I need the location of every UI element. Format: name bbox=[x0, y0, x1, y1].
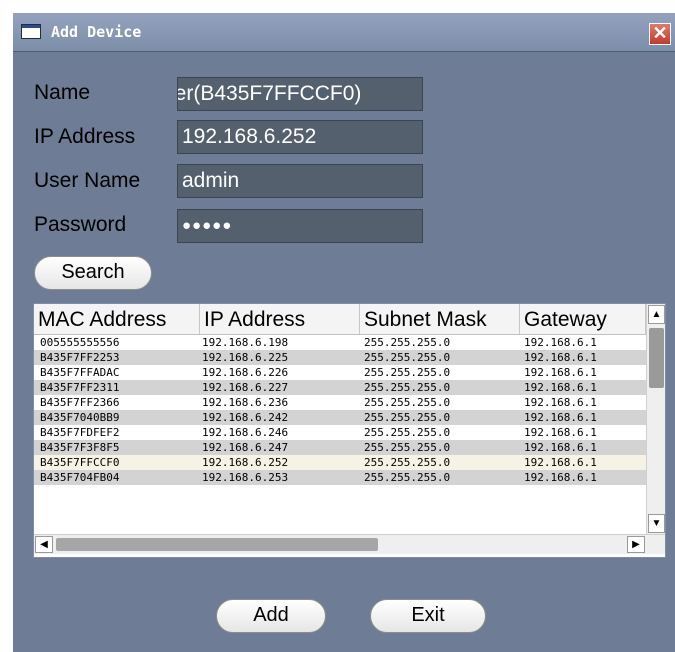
ip-cell: 192.168.6.198 bbox=[202, 336, 289, 349]
ip-cell: 192.168.6.247 bbox=[202, 441, 289, 454]
mac-cell: B435F704FB04 bbox=[40, 471, 120, 484]
table-row[interactable]: B435F704FB04 192.168.6.253 255.255.255.0 19… bbox=[34, 470, 646, 485]
scroll-up-button[interactable]: ▲ bbox=[648, 305, 665, 324]
gateway-cell: 192.168.6.1 bbox=[524, 396, 597, 409]
table-row[interactable]: B435F7FDFEF2 192.168.6.246 255.255.255.0 19… bbox=[34, 425, 646, 440]
subnet-cell: 255.255.255.0 bbox=[364, 456, 451, 469]
user-name-label: User Name bbox=[34, 169, 141, 192]
ip-cell: 192.168.6.225 bbox=[202, 351, 289, 364]
mac-cell: B435F7FF2366 bbox=[40, 396, 120, 409]
column-header-subnet[interactable]: Subnet Mask bbox=[360, 304, 520, 334]
subnet-cell: 255.255.255.0 bbox=[364, 411, 451, 424]
search-button[interactable]: Search bbox=[34, 256, 152, 290]
subnet-cell: 255.255.255.0 bbox=[364, 426, 451, 439]
arrow-up-icon: ▲ bbox=[651, 309, 662, 320]
column-header-mac[interactable]: MAC Address bbox=[34, 304, 200, 334]
ip-cell: 192.168.6.242 bbox=[202, 411, 289, 424]
gateway-cell: 192.168.6.1 bbox=[524, 441, 597, 454]
ip-cell: 192.168.6.252 bbox=[202, 456, 289, 469]
ip-cell: 192.168.6.246 bbox=[202, 426, 289, 439]
arrow-down-icon: ▼ bbox=[651, 518, 662, 529]
ip-cell: 192.168.6.236 bbox=[202, 396, 289, 409]
subnet-cell: 255.255.255.0 bbox=[364, 336, 451, 349]
ip-address-field[interactable]: 192.168.6.252 bbox=[177, 120, 423, 154]
gateway-cell: 192.168.6.1 bbox=[524, 471, 597, 484]
mac-cell: B435F7FF2253 bbox=[40, 351, 120, 364]
ip-cell: 192.168.6.253 bbox=[202, 471, 289, 484]
close-button[interactable]: ✕ bbox=[649, 23, 671, 45]
vertical-scroll-thumb[interactable] bbox=[649, 328, 664, 388]
scroll-left-button[interactable]: ◀ bbox=[35, 536, 53, 553]
title-bar[interactable]: Add Device ✕ bbox=[13, 13, 675, 52]
horizontal-scroll-thumb[interactable] bbox=[56, 538, 378, 551]
password-field[interactable]: ●●●●● bbox=[177, 209, 423, 243]
name-label: Name bbox=[34, 81, 91, 104]
mac-cell: 005555555556 bbox=[40, 336, 120, 349]
close-icon: ✕ bbox=[652, 23, 668, 43]
ip-address-label: IP Address bbox=[34, 125, 136, 148]
table-row[interactable]: B435F7040BB9 192.168.6.242 255.255.255.0 19… bbox=[34, 410, 646, 425]
add-button[interactable]: Add bbox=[216, 599, 326, 633]
gateway-cell: 192.168.6.1 bbox=[524, 366, 597, 379]
user-name-field[interactable]: admin bbox=[177, 164, 423, 198]
vertical-scrollbar[interactable]: ▲ ▼ bbox=[646, 304, 665, 534]
gateway-cell: 192.168.6.1 bbox=[524, 411, 597, 424]
subnet-cell: 255.255.255.0 bbox=[364, 351, 451, 364]
mac-cell: B435F7F3F8F5 bbox=[40, 441, 120, 454]
mac-cell: B435F7FFCCF0 bbox=[40, 456, 120, 469]
table-row[interactable]: B435F7FF2311 192.168.6.227 255.255.255.0 19… bbox=[34, 380, 646, 395]
exit-button[interactable]: Exit bbox=[370, 599, 486, 633]
subnet-cell: 255.255.255.0 bbox=[364, 366, 451, 379]
table-body: 005555555556 192.168.6.198 255.255.255.0 19… bbox=[34, 335, 646, 485]
gateway-cell: 192.168.6.1 bbox=[524, 336, 597, 349]
column-header-gateway[interactable]: Gateway bbox=[520, 304, 646, 334]
table-row[interactable]: B435F7FF2253 192.168.6.225 255.255.255.0 19… bbox=[34, 350, 646, 365]
name-field[interactable]: ler(B435F7FFCCF0) bbox=[177, 77, 423, 111]
horizontal-scrollbar[interactable]: ◀ ▶ bbox=[34, 534, 665, 554]
subnet-cell: 255.255.255.0 bbox=[364, 441, 451, 454]
window-title: Add Device bbox=[51, 23, 142, 41]
ip-cell: 192.168.6.226 bbox=[202, 366, 289, 379]
scroll-down-button[interactable]: ▼ bbox=[648, 514, 665, 533]
table-row[interactable]: B435F7FFCCF0 192.168.6.252 255.255.255.0 19… bbox=[34, 455, 646, 470]
subnet-cell: 255.255.255.0 bbox=[364, 381, 451, 394]
table-row[interactable]: B435F7F3F8F5 192.168.6.247 255.255.255.0 19… bbox=[34, 440, 646, 455]
add-device-window: Add Device ✕ Name ler(B435F7FFCCF0) IP A… bbox=[13, 13, 675, 652]
table-header: MAC Address IP Address Subnet Mask Gatew… bbox=[34, 304, 646, 335]
scroll-right-button[interactable]: ▶ bbox=[627, 536, 645, 553]
mac-cell: B435F7040BB9 bbox=[40, 411, 120, 424]
arrow-left-icon: ◀ bbox=[40, 539, 48, 550]
mac-cell: B435F7FDFEF2 bbox=[40, 426, 120, 439]
gateway-cell: 192.168.6.1 bbox=[524, 426, 597, 439]
table-row[interactable]: B435F7FFADAC 192.168.6.226 255.255.255.0 19… bbox=[34, 365, 646, 380]
gateway-cell: 192.168.6.1 bbox=[524, 456, 597, 469]
subnet-cell: 255.255.255.0 bbox=[364, 471, 451, 484]
gateway-cell: 192.168.6.1 bbox=[524, 351, 597, 364]
password-label: Password bbox=[34, 213, 127, 236]
table-row[interactable]: B435F7FF2366 192.168.6.236 255.255.255.0 19… bbox=[34, 395, 646, 410]
window-icon bbox=[21, 24, 41, 39]
column-header-ip[interactable]: IP Address bbox=[200, 304, 360, 334]
mac-cell: B435F7FFADAC bbox=[40, 366, 120, 379]
table-row[interactable]: 005555555556 192.168.6.198 255.255.255.0 19… bbox=[34, 335, 646, 350]
subnet-cell: 255.255.255.0 bbox=[364, 396, 451, 409]
ip-cell: 192.168.6.227 bbox=[202, 381, 289, 394]
gateway-cell: 192.168.6.1 bbox=[524, 381, 597, 394]
device-table[interactable]: MAC Address IP Address Subnet Mask Gatew… bbox=[33, 303, 666, 558]
arrow-right-icon: ▶ bbox=[632, 539, 640, 550]
desktop-edge bbox=[0, 0, 13, 652]
mac-cell: B435F7FF2311 bbox=[40, 381, 120, 394]
